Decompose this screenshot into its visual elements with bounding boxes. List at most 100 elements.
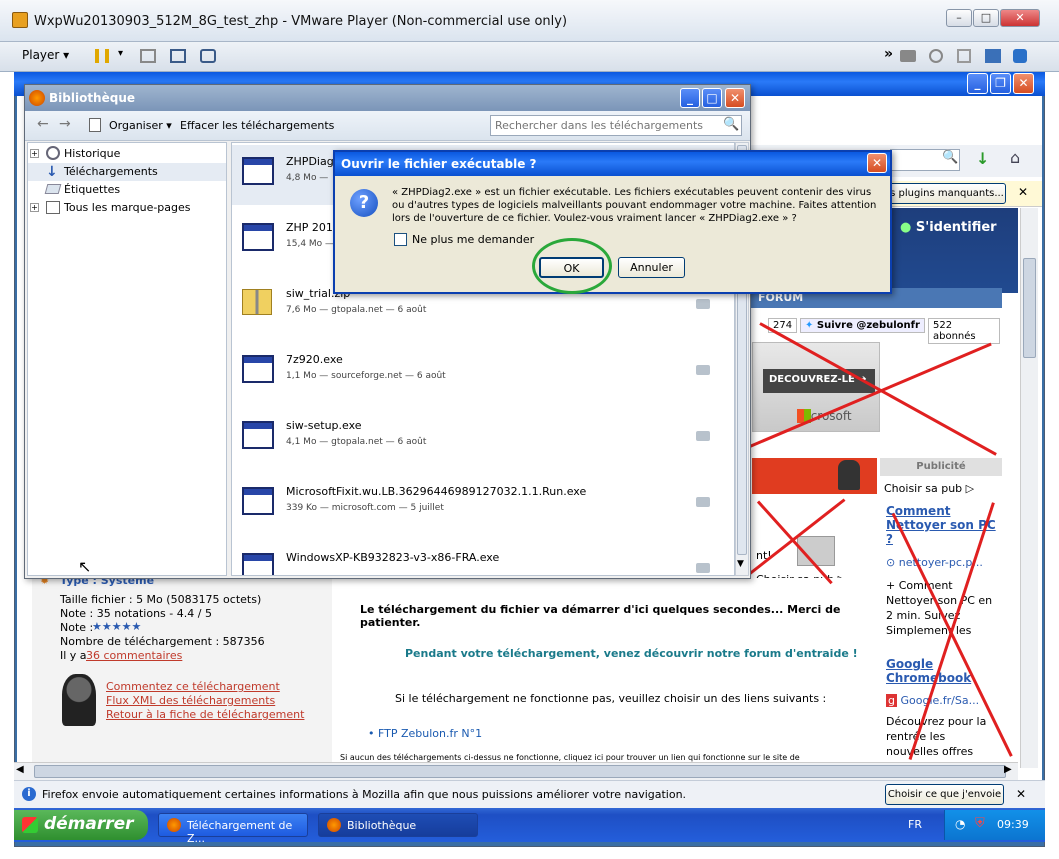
library-maximize-button[interactable]: □ [702, 88, 722, 108]
exe-file-icon [242, 223, 274, 251]
missing-plugins-button[interactable]: s plugins manquants... [888, 183, 1006, 204]
download-name: MicrosoftFixit.wu.LB.36296446989127032.1… [286, 485, 587, 498]
network-tray-icon[interactable]: ◔ [955, 817, 965, 831]
download-meta: 339 Ko — microsoft.com — 5 juillet [286, 503, 444, 513]
twitter-follow-button[interactable]: ✦ Suivre @zebulonfr [800, 318, 925, 333]
folder-icon[interactable] [696, 563, 710, 573]
comments-link[interactable]: 36 commentaires [86, 649, 182, 662]
firefox-minimize-button[interactable]: _ [967, 73, 988, 94]
tree-item-historique[interactable]: + Historique [30, 145, 121, 163]
clock: 09:39 [997, 818, 1029, 831]
scroll-right-icon[interactable]: ▶ [1004, 764, 1012, 775]
floppy-icon[interactable] [957, 49, 971, 63]
tree-item-all-bookmarks[interactable]: + Tous les marque-pages [30, 199, 191, 217]
security-shield-icon[interactable]: ⛨ [975, 816, 985, 831]
comment-download-link[interactable]: Commentez ce téléchargement [106, 680, 280, 693]
back-to-sheet-link[interactable]: Retour à la fiche de téléchargement [106, 708, 304, 721]
banner-ad-image[interactable] [752, 458, 877, 494]
list-item[interactable]: WindowsXP-KB932823-v3-x86-FRA.exe [238, 541, 730, 575]
organize-icon [89, 118, 101, 132]
scroll-thumb[interactable] [1023, 258, 1036, 358]
download-meta: 4,8 Mo — [286, 173, 329, 183]
vmware-maximize-button[interactable]: □ [973, 9, 999, 27]
scroll-down-icon[interactable]: ▼ [737, 559, 744, 569]
start-button[interactable]: démarrer [14, 810, 148, 840]
language-indicator[interactable]: FR [908, 818, 922, 831]
pause-dropdown-icon[interactable]: ▾ [118, 48, 123, 59]
tree-item-etiquettes[interactable]: Étiquettes [34, 181, 120, 199]
taskbar-item-firefox-download[interactable]: Téléchargement de Z... [158, 813, 308, 845]
firefox-restore-button[interactable]: ❐ [990, 73, 1011, 94]
search-icon[interactable]: 🔍 [942, 150, 958, 165]
dialog-message: « ZHPDiag2.exe » est un fichier exécutab… [392, 187, 877, 224]
choose-pub-link[interactable]: Choisir sa pub ▷ [884, 482, 974, 495]
tree-label-historique: Historique [64, 147, 121, 160]
dont-ask-checkbox[interactable] [394, 233, 407, 246]
vmware-toolbar: Player ▾ ▾ » [0, 42, 1059, 72]
folder-icon[interactable] [696, 497, 710, 507]
vmware-minimize-button[interactable]: – [946, 9, 972, 27]
list-item[interactable]: 7z920.exe 1,1 Mo — sourceforge.net — 6 a… [238, 343, 730, 403]
send-ctrl-alt-del-icon[interactable] [140, 49, 156, 63]
dialog-close-button[interactable]: ✕ [867, 153, 887, 173]
download-meta: 1,1 Mo — sourceforge.net — 6 août [286, 371, 446, 381]
clock-icon [46, 146, 60, 160]
pause-icon[interactable] [95, 49, 109, 63]
rating-stars: ★★★★★ [92, 620, 142, 633]
list-item[interactable]: MicrosoftFixit.wu.LB.36296446989127032.1… [238, 475, 730, 535]
exe-file-icon [242, 421, 274, 449]
download-arrow-icon[interactable]: ↓ [976, 149, 989, 168]
exe-file-icon [242, 553, 274, 575]
ad-domain-2[interactable]: g Google.fr/Sa... [886, 694, 979, 707]
vmware-close-button[interactable]: ✕ [1000, 9, 1040, 27]
ftp-link[interactable]: • FTP Zebulon.fr N°1 [368, 727, 482, 740]
tree-item-telechargements[interactable]: ↓ Téléchargements [28, 163, 226, 181]
firefox-vertical-scrollbar[interactable] [1020, 208, 1038, 768]
folder-icon[interactable] [696, 365, 710, 375]
expand-icon-2[interactable]: + [30, 203, 39, 212]
firefox-horizontal-scrollbar[interactable]: ◀ ▶ [14, 762, 1018, 780]
login-link[interactable]: ● S'identifier [900, 220, 997, 235]
home-icon[interactable]: ⌂ [1010, 148, 1020, 167]
expand-icon[interactable]: + [30, 149, 39, 158]
list-item[interactable]: siw-setup.exe 4,1 Mo — gtopala.net — 6 a… [238, 409, 730, 469]
back-arrow-icon[interactable]: ← [37, 116, 49, 132]
unity-icon[interactable] [200, 49, 216, 63]
usb-icon[interactable] [1013, 49, 1027, 63]
fullscreen-icon[interactable] [170, 49, 186, 63]
organize-menu[interactable]: Organiser ▾ [109, 119, 172, 132]
choose-data-button[interactable]: Choisir ce que j'envoie [885, 784, 1004, 805]
firefox-close-button[interactable]: ✕ [1013, 73, 1034, 94]
chevron-right-icon[interactable]: » [884, 46, 893, 62]
library-minimize-button[interactable]: _ [680, 88, 700, 108]
ad-discover-button[interactable]: DECOUVREZ-LE ➔ [763, 369, 875, 393]
notice-close-icon[interactable]: ✕ [1018, 185, 1028, 199]
downloads-search-input[interactable] [490, 115, 742, 136]
hard-disk-icon[interactable] [900, 50, 916, 62]
network-icon[interactable] [985, 49, 1001, 63]
dialog-title: Ouvrir le fichier exécutable ? [341, 157, 537, 171]
h-scroll-thumb[interactable] [34, 765, 1006, 778]
scroll-left-icon[interactable]: ◀ [16, 764, 24, 775]
folder-icon[interactable] [696, 431, 710, 441]
folder-icon[interactable] [696, 299, 710, 309]
cd-drive-icon[interactable] [929, 49, 943, 63]
clear-downloads-button[interactable]: Effacer les téléchargements [180, 119, 334, 132]
notice-close-icon-2[interactable]: ✕ [1016, 787, 1026, 801]
xml-feed-link[interactable]: Flux XML des téléchargements [106, 694, 275, 707]
player-menu[interactable]: Player ▾ [22, 48, 69, 62]
firefox-icon-3 [29, 90, 45, 106]
search-icon-2[interactable]: 🔍 [723, 117, 739, 132]
download-name: siw-setup.exe [286, 419, 362, 432]
ad-domain-1[interactable]: ⊙ nettoyer-pc.p... [886, 556, 983, 569]
library-close-button[interactable]: ✕ [725, 88, 745, 108]
taskbar-item-library[interactable]: Bibliothèque [318, 813, 478, 837]
file-size: Taille fichier : 5 Mo (5083175 octets) [60, 593, 262, 606]
ad-text-2: Découvrez pour la rentrée les nouvelles … [886, 715, 987, 758]
library-tree: + Historique ↓ Téléchargements Étiquette… [27, 142, 227, 576]
cancel-button[interactable]: Annuler [618, 257, 685, 278]
person-image-icon [838, 460, 860, 490]
forward-arrow-icon[interactable]: → [59, 116, 71, 132]
discover-forum-text[interactable]: Pendant votre téléchargement, venez déco… [405, 647, 858, 660]
twitter-icon: ✦ [805, 320, 814, 331]
